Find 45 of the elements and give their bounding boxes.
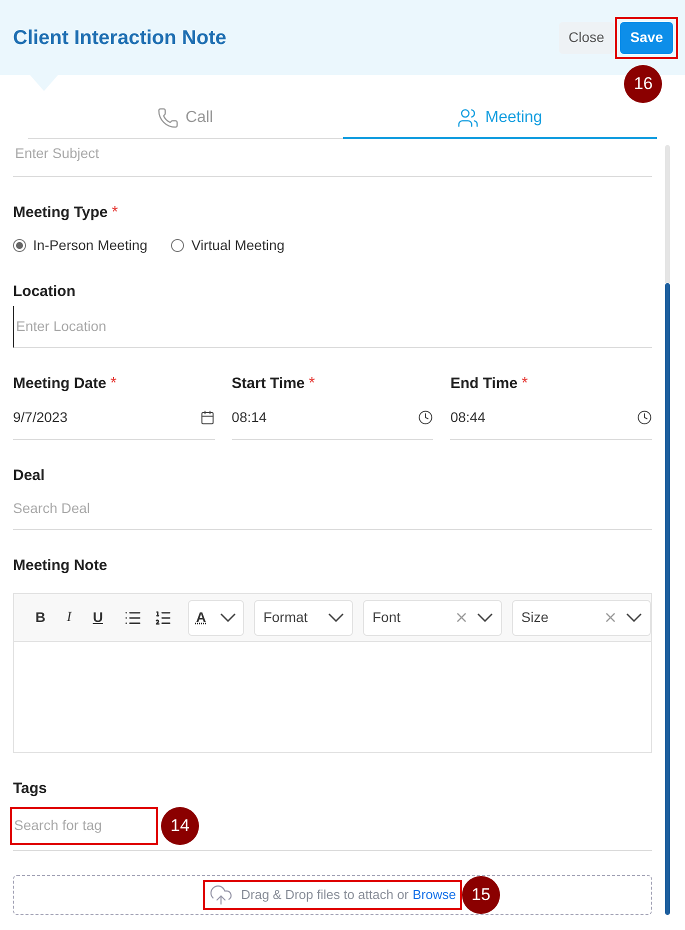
time-field[interactable]: 08:44 bbox=[450, 396, 652, 440]
field-label: Meeting Type bbox=[13, 204, 108, 221]
phone-icon bbox=[157, 107, 180, 129]
numbered-list-icon[interactable] bbox=[154, 608, 172, 626]
date-field[interactable]: 9/7/2023 bbox=[13, 396, 215, 440]
underline-button[interactable]: U bbox=[86, 607, 110, 628]
chevron-down-icon bbox=[328, 613, 344, 622]
field-label: Deal bbox=[13, 467, 45, 484]
radio-button[interactable] bbox=[171, 239, 184, 252]
field-label: End Time bbox=[450, 375, 518, 392]
required-mark: * bbox=[112, 204, 118, 221]
annotation-badge: 14 bbox=[161, 807, 199, 845]
radio-button[interactable] bbox=[13, 239, 26, 252]
field-label: Meeting Note bbox=[13, 557, 108, 574]
toolbar-dropdown[interactable]: Font bbox=[363, 600, 502, 636]
field-label: Location bbox=[13, 283, 76, 300]
browse-link[interactable]: Browse bbox=[412, 885, 456, 905]
chevron-down-icon bbox=[477, 613, 494, 622]
field-label: Meeting Date bbox=[13, 375, 106, 392]
annotation-badge: 15 bbox=[462, 876, 500, 914]
upload-icon bbox=[209, 883, 233, 907]
time-field[interactable]: 08:14 bbox=[232, 396, 434, 440]
chevron-down-icon bbox=[220, 613, 236, 622]
calendar-icon bbox=[200, 410, 215, 425]
clock-icon bbox=[637, 410, 652, 425]
users-icon bbox=[457, 107, 480, 129]
required-mark: * bbox=[522, 375, 528, 392]
dialog-title: Client Interaction Note bbox=[13, 26, 228, 50]
chevron-down-icon bbox=[626, 613, 642, 622]
dropzone-text: Drag & Drop files to attach or bbox=[241, 886, 409, 904]
bold-button[interactable]: B bbox=[28, 607, 53, 628]
annotation-badge: 16 bbox=[624, 64, 662, 102]
field-label: Tags bbox=[13, 780, 47, 797]
font-color-dropdown[interactable]: A bbox=[188, 600, 244, 636]
field-label: Start Time bbox=[232, 375, 305, 392]
required-mark: * bbox=[308, 375, 315, 392]
italic-button[interactable]: I bbox=[56, 607, 82, 628]
close-button[interactable]: Close bbox=[558, 22, 614, 54]
radio-label: In-Person Meeting bbox=[33, 236, 148, 255]
toolbar-dropdown[interactable]: Size bbox=[512, 600, 652, 636]
required-mark: * bbox=[110, 375, 117, 392]
radio-label: Virtual Meeting bbox=[191, 236, 285, 255]
toolbar-dropdown[interactable]: Format bbox=[254, 600, 354, 636]
file-dropzone[interactable]: Drag & Drop files to attach or Browse 15 bbox=[13, 875, 652, 915]
clock-icon bbox=[418, 410, 434, 425]
